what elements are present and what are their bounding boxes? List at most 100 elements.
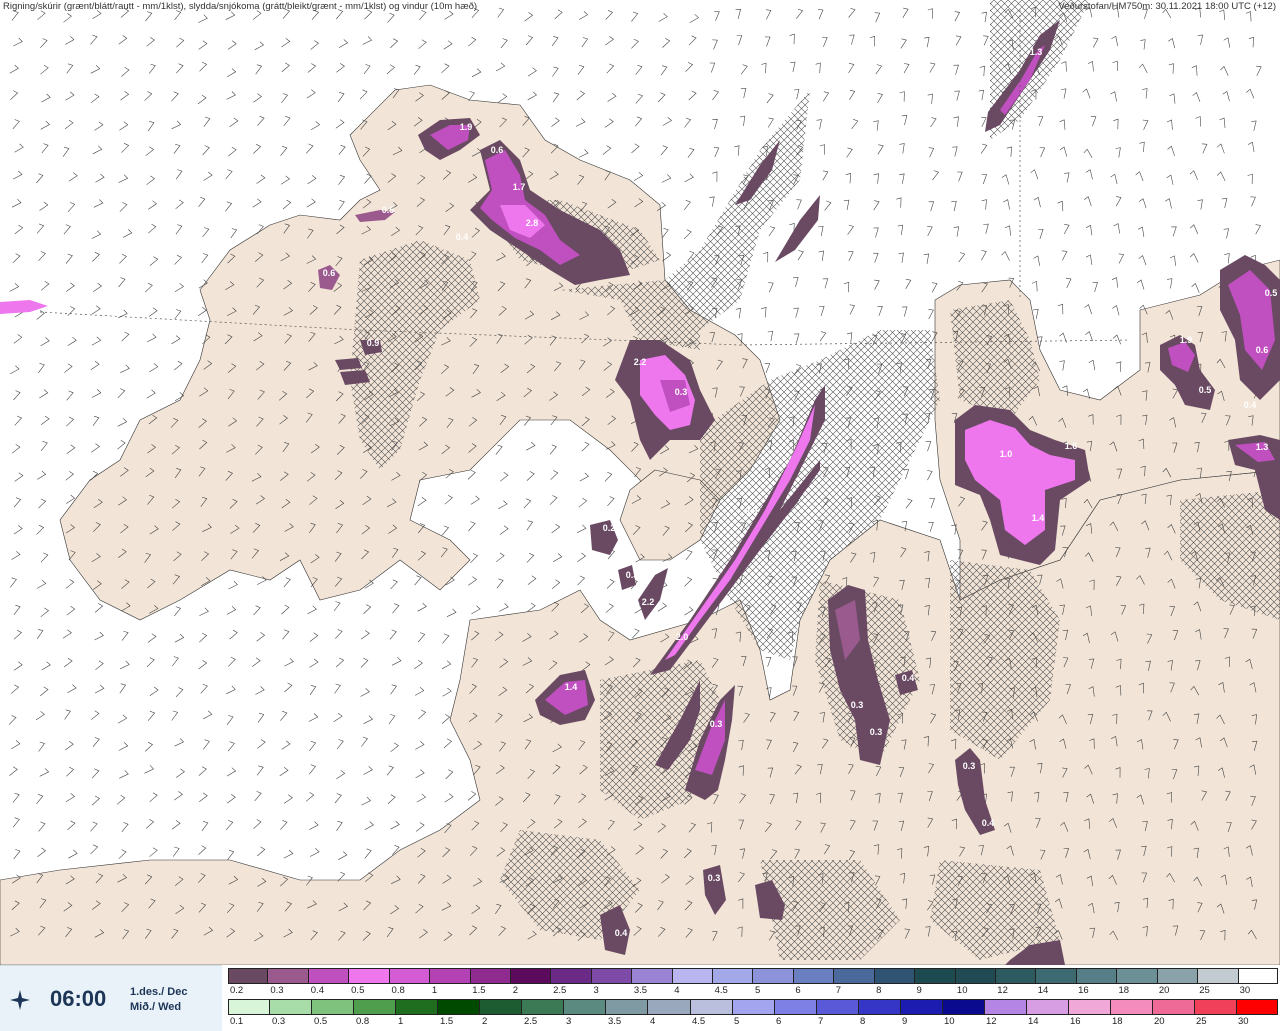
wind-barb — [527, 67, 537, 77]
wind-barb — [849, 89, 856, 100]
wind-barb — [227, 40, 237, 50]
wind-barb — [1084, 196, 1092, 207]
wind-barb — [819, 331, 827, 342]
wind-barb — [658, 13, 668, 22]
wind-barb — [94, 121, 104, 131]
precip-value-label: 0.6 — [1256, 345, 1269, 355]
wind-barb — [39, 201, 49, 211]
wind-barb — [92, 145, 103, 155]
wind-barb — [174, 606, 181, 617]
wind-barb — [309, 685, 317, 696]
scale-swatch — [833, 968, 874, 984]
wind-barb — [176, 37, 185, 48]
wind-barb — [468, 91, 475, 102]
wind-barb — [1033, 308, 1039, 320]
map-area[interactable]: 1.9 0.6 1.7 2.8 0.4 0.5 0.6 0.9 2.2 0.3 0.2 0.3 2.2 2… — [0, 0, 1280, 965]
wind-barb — [957, 171, 963, 182]
wind-barb — [899, 173, 905, 184]
wind-barb — [337, 92, 345, 103]
wind-barb — [736, 35, 743, 46]
wind-barb — [417, 496, 427, 507]
wind-barb — [1085, 169, 1093, 180]
scale-swatch — [1236, 999, 1279, 1015]
wind-barb — [14, 415, 23, 426]
scale-label: 6 — [795, 985, 801, 996]
wind-barb — [310, 121, 321, 131]
wind-barb — [119, 253, 127, 264]
wind-barb — [1251, 120, 1257, 131]
wind-barb — [1138, 198, 1147, 209]
wind-barb — [1255, 224, 1261, 235]
wind-barb — [526, 520, 534, 531]
wind-barb — [631, 628, 640, 639]
wind-barb — [119, 202, 128, 212]
wind-barb — [847, 224, 854, 235]
wind-barb — [768, 226, 776, 237]
wind-barb — [551, 523, 561, 534]
wind-barb — [576, 524, 587, 534]
wind-barb — [251, 657, 261, 667]
wind-barb — [928, 522, 934, 532]
time-panel[interactable]: 06:00 1.des./ Dec Mið./ Wed — [0, 965, 222, 1031]
wind-barb — [761, 62, 767, 74]
wind-barb — [35, 711, 45, 721]
wind-barb — [335, 657, 345, 668]
scale-swatch — [1067, 999, 1110, 1015]
scale-label: 10 — [944, 1016, 955, 1027]
wind-barb — [851, 119, 859, 129]
scale-label: 14 — [1028, 1016, 1039, 1027]
wind-barb — [147, 333, 157, 343]
wind-barb — [255, 686, 265, 695]
wind-barb — [467, 469, 476, 480]
precip-value-label: 1.3 — [1256, 442, 1269, 452]
precip-value-label: 0.6 — [491, 145, 504, 155]
wind-barb — [927, 226, 933, 237]
wind-barb — [953, 226, 960, 237]
wind-barb — [147, 710, 156, 721]
wind-barb — [576, 90, 586, 101]
scale-label: 0.3 — [272, 1016, 286, 1027]
wind-barb — [175, 224, 183, 235]
wind-barb — [228, 656, 236, 667]
wind-barb — [12, 253, 21, 264]
wind-barb — [284, 657, 294, 667]
wind-barb — [172, 846, 180, 857]
wind-barb — [1059, 360, 1065, 371]
wind-barb — [1082, 88, 1091, 99]
wind-barb — [13, 604, 21, 615]
wind-barb — [149, 363, 159, 373]
wind-barb — [1111, 35, 1118, 47]
scale-label: 2.5 — [553, 985, 567, 996]
wind-barb — [281, 740, 291, 750]
scale-swatch — [773, 999, 816, 1015]
wind-barb — [902, 7, 909, 18]
wind-barb — [953, 116, 959, 127]
wind-barb — [846, 147, 853, 158]
wind-barb — [689, 14, 700, 23]
wind-barb — [1167, 278, 1173, 289]
precip-value-label: 0.3 — [851, 700, 864, 710]
wind-barb — [280, 145, 288, 156]
scale-swatch — [1156, 968, 1198, 984]
wind-barb — [146, 175, 156, 185]
wind-barb — [1059, 146, 1068, 157]
wind-barb — [981, 199, 987, 210]
wind-barb — [91, 230, 102, 239]
scale-label: 4 — [674, 985, 680, 996]
precip-value-label: 1.3 — [1030, 47, 1043, 57]
wind-barb — [688, 35, 697, 46]
wind-barb — [1192, 91, 1201, 102]
wind-barb — [225, 169, 233, 180]
wind-barb — [201, 821, 209, 832]
wind-barb — [121, 67, 130, 77]
scale-swatch — [228, 968, 268, 984]
wind-barb — [36, 223, 45, 234]
wind-barb — [203, 171, 213, 181]
scale-label: 30 — [1239, 985, 1251, 996]
wind-barb — [310, 40, 320, 50]
wind-barb — [688, 90, 697, 101]
wind-barb — [899, 143, 905, 154]
wind-barb — [980, 143, 988, 154]
wind-barb — [334, 683, 341, 694]
wind-barb — [1220, 65, 1229, 76]
